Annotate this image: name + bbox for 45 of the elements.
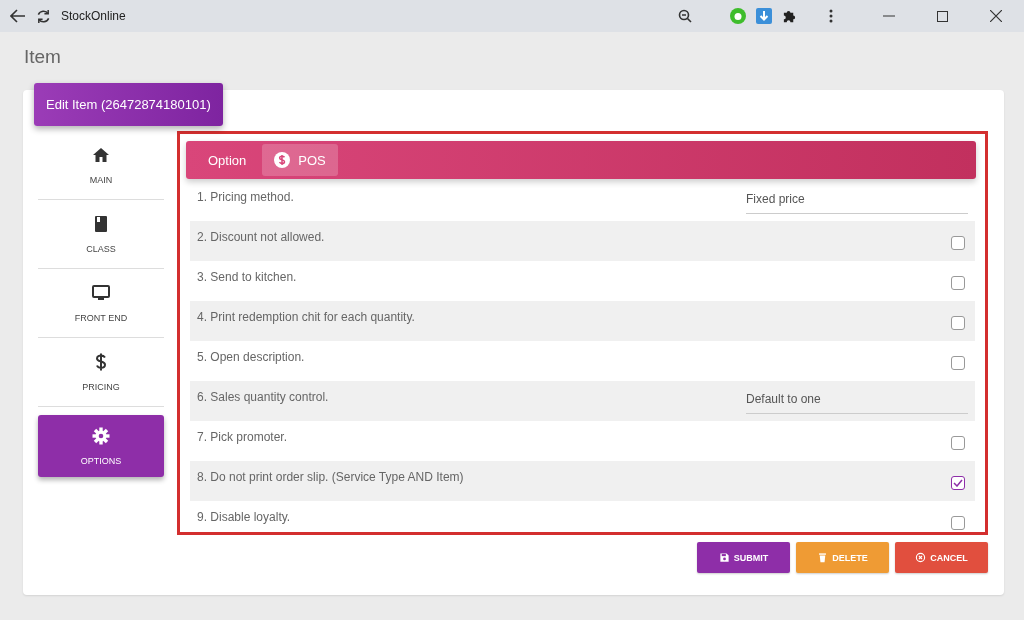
card-title-badge: Edit Item (26472874180101): [34, 83, 223, 126]
option-label: 3. Send to kitchen.: [197, 270, 298, 284]
sidebar-item[interactable]: MAIN: [38, 131, 164, 200]
select-field[interactable]: Fixed price: [746, 190, 968, 214]
home-icon: [91, 145, 111, 165]
checkbox[interactable]: [951, 356, 965, 370]
checkbox[interactable]: [951, 276, 965, 290]
menu-icon[interactable]: [829, 9, 833, 23]
cancel-icon: [915, 552, 927, 563]
page-title: StockOnline: [61, 9, 126, 23]
option-label: 5. Open description.: [197, 350, 306, 364]
submit-button[interactable]: SUBMIT: [697, 542, 790, 573]
checkbox[interactable]: [951, 476, 965, 490]
maximize-icon[interactable]: [937, 10, 948, 22]
sidebar-item[interactable]: CLASS: [38, 200, 164, 269]
option-label: 7. Pick promoter.: [197, 430, 289, 444]
option-label: 9. Disable loyalty.: [197, 510, 292, 524]
download-icon[interactable]: [756, 8, 772, 24]
checkbox[interactable]: [951, 436, 965, 450]
zoom-out-icon[interactable]: [678, 9, 692, 23]
reload-icon[interactable]: [36, 8, 51, 24]
sidebar-item[interactable]: OPTIONS: [38, 415, 164, 477]
extension-icon[interactable]: [730, 8, 746, 24]
option-label: 1. Pricing method.: [197, 190, 295, 204]
settings-icon: [91, 426, 111, 446]
checkbox[interactable]: [951, 316, 965, 330]
puzzle-icon[interactable]: [782, 8, 797, 24]
option-label: 4. Print redemption chit for each quantity.: [197, 310, 416, 324]
checkbox[interactable]: [951, 516, 965, 530]
back-icon[interactable]: [10, 9, 26, 23]
sidebar-item[interactable]: PRICING: [38, 338, 164, 407]
option-label: 6. Sales quantity control.: [197, 390, 330, 404]
cancel-button[interactable]: CANCEL: [895, 542, 988, 573]
save-icon: [718, 552, 730, 563]
trash-icon: [817, 552, 829, 563]
page-heading: Item: [24, 46, 62, 68]
option-label: 2. Discount not allowed.: [197, 230, 326, 244]
tab[interactable]: Option: [196, 144, 259, 176]
select-field[interactable]: Default to one: [746, 390, 968, 414]
sidebar-item[interactable]: FRONT END: [38, 269, 164, 338]
monitor-icon: [91, 283, 111, 303]
close-icon[interactable]: [990, 10, 1002, 22]
checkbox[interactable]: [951, 236, 965, 250]
option-label: 8. Do not print order slip. (Service Type AND Item): [197, 470, 465, 484]
dollar-icon: [274, 152, 291, 168]
